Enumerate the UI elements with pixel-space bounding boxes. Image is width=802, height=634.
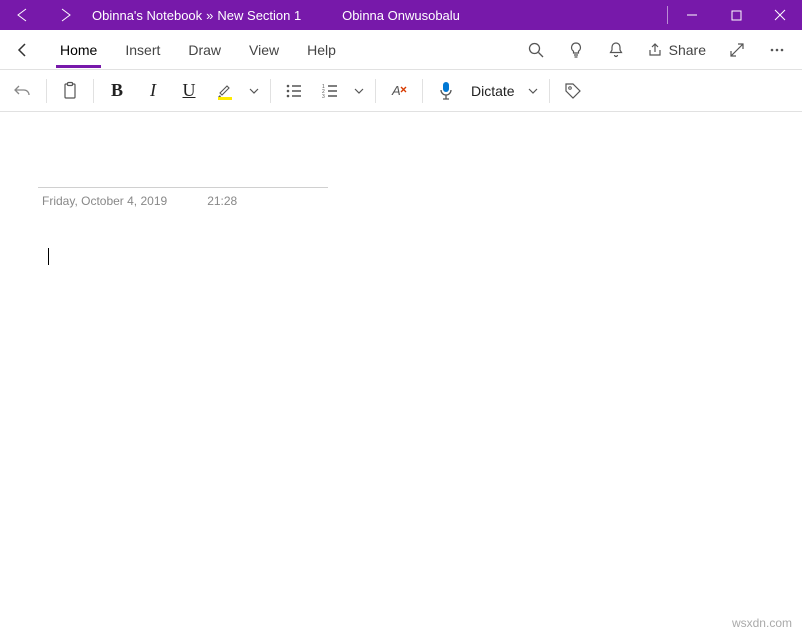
bullet-list-button[interactable] [277,74,311,108]
clear-format-icon: A [389,81,409,101]
separator [375,79,376,103]
ribbon-tab-row: Home Insert Draw View Help Share [0,30,802,70]
separator [422,79,423,103]
dictate-button[interactable]: Dictate [465,74,521,108]
lightbulb-button[interactable] [559,30,593,70]
page-time: 21:28 [207,194,237,208]
nav-back-button[interactable] [0,0,44,30]
tag-button[interactable] [556,74,590,108]
clipboard-icon [60,81,80,101]
underline-icon: U [183,80,196,101]
undo-icon [13,81,33,101]
tab-insert[interactable]: Insert [111,30,174,70]
bell-icon [607,41,625,59]
window-maximize-button[interactable] [714,0,758,30]
expand-icon [729,42,745,58]
watermark: wsxdn.com [732,616,792,630]
user-name[interactable]: Obinna Onwusobalu [342,8,460,23]
tab-draw[interactable]: Draw [174,30,235,70]
window-close-button[interactable] [758,0,802,30]
dictate-dropdown[interactable] [523,74,543,108]
bullet-list-icon [285,82,303,100]
notifications-button[interactable] [599,30,633,70]
search-icon [527,41,545,59]
title-bar: Obinna's Notebook » New Section 1 Obinna… [0,0,802,30]
separator [46,79,47,103]
nav-forward-button[interactable] [44,0,88,30]
separator [93,79,94,103]
tab-help[interactable]: Help [293,30,350,70]
fullscreen-button[interactable] [720,30,754,70]
title-breadcrumb[interactable]: Obinna's Notebook » New Section 1 [88,8,301,23]
text-cursor [48,248,49,265]
notebook-name: Obinna's Notebook [92,8,202,23]
clipboard-button[interactable] [53,74,87,108]
underline-button[interactable]: U [172,74,206,108]
chevron-down-icon [353,85,365,97]
tab-home[interactable]: Home [46,30,111,70]
numbered-list-button[interactable]: 123 [313,74,347,108]
note-page[interactable]: Friday, October 4, 2019 21:28 [0,112,802,310]
tab-view[interactable]: View [235,30,293,70]
ellipsis-icon [769,42,785,58]
bold-button[interactable]: B [100,74,134,108]
highlight-icon [214,80,236,102]
lightbulb-icon [567,41,585,59]
font-more-dropdown[interactable] [244,74,264,108]
tag-icon [563,81,583,101]
highlight-button[interactable] [208,74,242,108]
window-minimize-button[interactable] [670,0,714,30]
chevron-down-icon [527,85,539,97]
search-button[interactable] [519,30,553,70]
more-button[interactable] [760,30,794,70]
chevron-down-icon [248,85,260,97]
separator [270,79,271,103]
separator [549,79,550,103]
ribbon-toolbar: B I U 123 A Dictate [0,70,802,112]
share-icon [647,42,663,58]
titlebar-separator [667,6,668,24]
page-title-input[interactable] [38,152,328,188]
svg-text:A: A [391,83,401,98]
page-back-button[interactable] [4,30,40,70]
breadcrumb-separator: » [206,8,213,23]
numbered-list-icon: 123 [321,82,339,100]
undo-button[interactable] [6,74,40,108]
dictate-mic-button[interactable] [429,74,463,108]
svg-text:3: 3 [322,94,325,100]
page-date: Friday, October 4, 2019 [42,194,167,208]
italic-button[interactable]: I [136,74,170,108]
share-button[interactable]: Share [639,30,714,70]
clear-formatting-button[interactable]: A [382,74,416,108]
note-body[interactable] [48,248,774,270]
section-name: New Section 1 [217,8,301,23]
microphone-icon [437,80,455,102]
list-more-dropdown[interactable] [349,74,369,108]
